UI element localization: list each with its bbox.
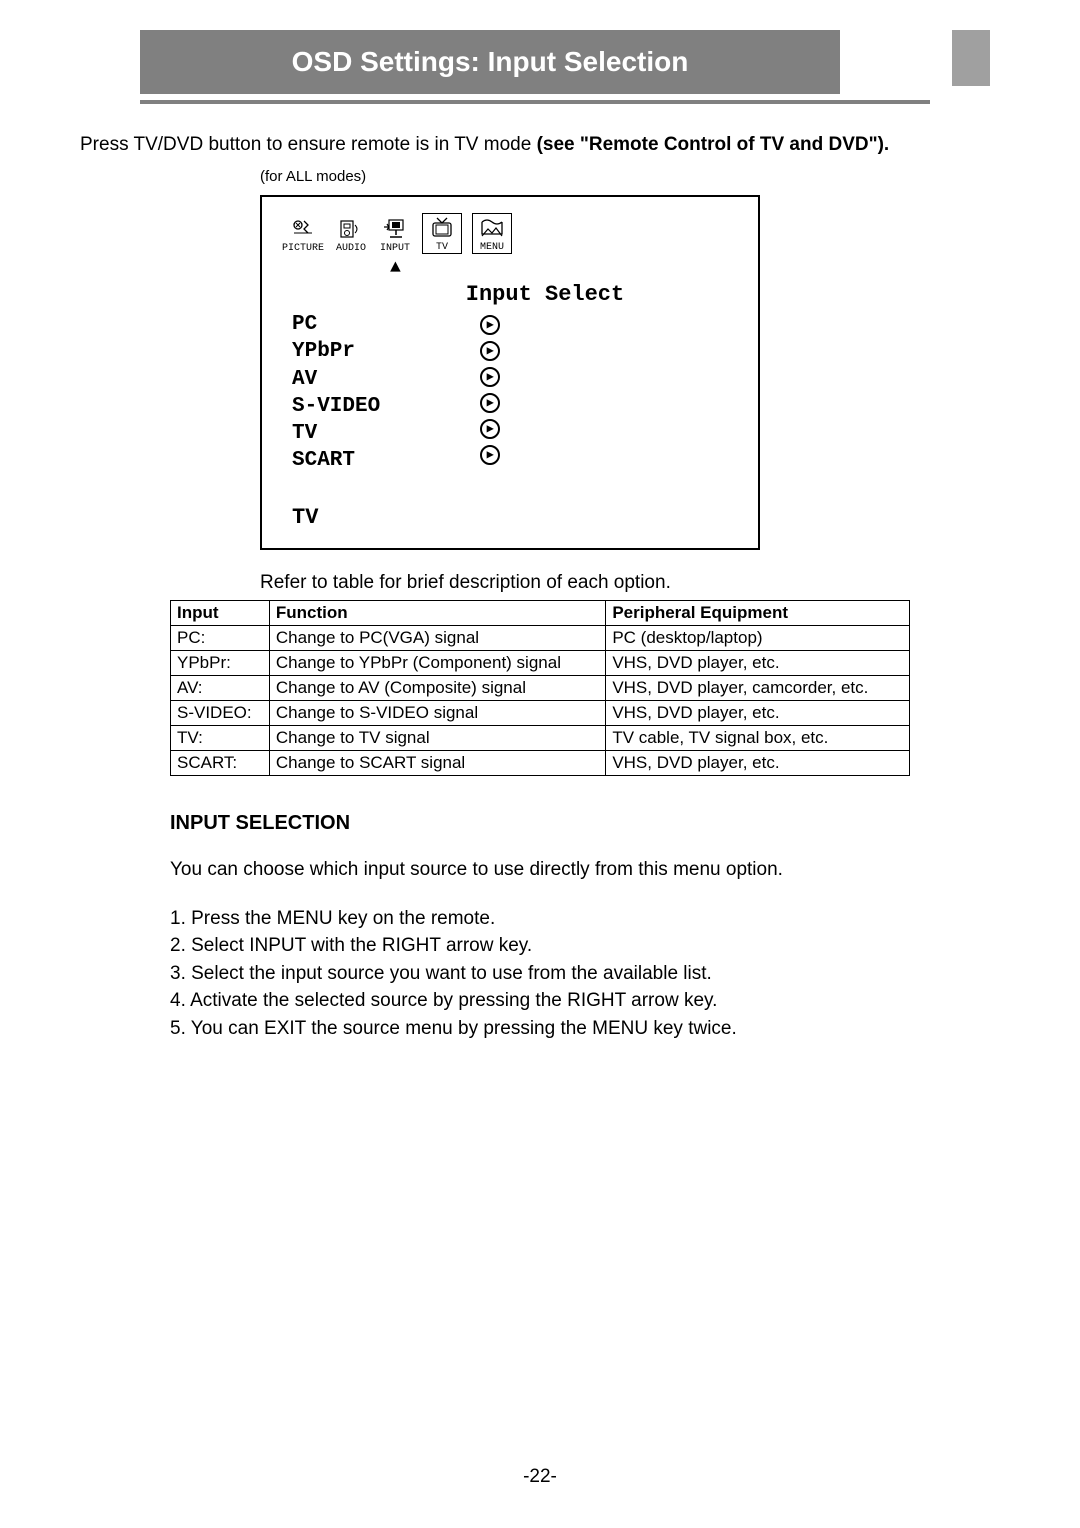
cell-function: Change to S-VIDEO signal (269, 700, 605, 725)
play-arrow-icon: ▶ (480, 363, 500, 389)
play-arrow-icon: ▶ (480, 389, 500, 415)
table-header: Function (269, 600, 605, 625)
cell-input: S-VIDEO: (171, 700, 270, 725)
intro-text: Press TV/DVD button to ensure remote is … (80, 134, 990, 156)
osd-input-names: PC YPbPr AV S-VIDEO TV SCART (292, 311, 380, 475)
cell-function: Change to AV (Composite) signal (269, 675, 605, 700)
osd-item: PC (292, 311, 380, 338)
side-tab (952, 30, 990, 86)
menu-icon (475, 214, 509, 242)
table-row: TV: Change to TV signal TV cable, TV sig… (171, 725, 910, 750)
cell-equipment: VHS, DVD player, etc. (606, 700, 910, 725)
table-header-row: Input Function Peripheral Equipment (171, 600, 910, 625)
osd-title: Input Select (362, 282, 728, 307)
cell-input: AV: (171, 675, 270, 700)
input-icon (378, 215, 412, 243)
table-header: Peripheral Equipment (606, 600, 910, 625)
osd-item: YPbPr (292, 338, 380, 365)
cell-input: PC: (171, 625, 270, 650)
section-heading: INPUT SELECTION (170, 812, 990, 835)
cell-input: SCART: (171, 750, 270, 775)
cell-input: TV: (171, 725, 270, 750)
cell-equipment: VHS, DVD player, etc. (606, 650, 910, 675)
step-item: 4. Activate the selected source by press… (170, 987, 990, 1015)
play-arrow-icon: ▶ (480, 441, 500, 467)
osd-tab-label: MENU (480, 242, 504, 253)
cell-equipment: VHS, DVD player, etc. (606, 750, 910, 775)
osd-item: SCART (292, 447, 380, 474)
intro-prefix: Press TV/DVD button to ensure remote is … (80, 134, 537, 155)
modes-note: (for ALL modes) (260, 168, 990, 185)
osd-tab-picture: PICTURE (282, 215, 324, 254)
play-arrow-icon: ▶ (480, 311, 500, 337)
osd-tab-label: AUDIO (336, 243, 366, 254)
table-row: S-VIDEO: Change to S-VIDEO signal VHS, D… (171, 700, 910, 725)
osd-item: TV (292, 420, 380, 447)
osd-input-list: PC YPbPr AV S-VIDEO TV SCART ▶ ▶ ▶ ▶ ▶ ▶ (292, 311, 728, 475)
table-row: YPbPr: Change to YPbPr (Component) signa… (171, 650, 910, 675)
cell-function: Change to SCART signal (269, 750, 605, 775)
cell-function: Change to TV signal (269, 725, 605, 750)
step-item: 2. Select INPUT with the RIGHT arrow key… (170, 932, 990, 960)
osd-input-arrows: ▶ ▶ ▶ ▶ ▶ ▶ (480, 311, 500, 475)
osd-tab-label: PICTURE (282, 243, 324, 254)
cell-equipment: VHS, DVD player, camcorder, etc. (606, 675, 910, 700)
osd-tab-menu: MENU (472, 213, 512, 254)
osd-tab-audio: AUDIO (334, 215, 368, 254)
osd-screenshot: PICTURE AUDIO INPUT TV MENU ▲ (260, 195, 760, 550)
table-header: Input (171, 600, 270, 625)
section-steps: 1. Press the MENU key on the remote. 2. … (170, 905, 990, 1043)
osd-tabs-row: PICTURE AUDIO INPUT TV MENU (282, 213, 738, 254)
step-item: 3. Select the input source you want to u… (170, 960, 990, 988)
audio-icon (334, 215, 368, 243)
cell-function: Change to PC(VGA) signal (269, 625, 605, 650)
page-title-banner: OSD Settings: Input Selection (140, 30, 840, 94)
osd-body: Input Select PC YPbPr AV S-VIDEO TV SCAR… (282, 278, 738, 505)
page-title: OSD Settings: Input Selection (292, 46, 689, 77)
step-item: 5. You can EXIT the source menu by press… (170, 1015, 990, 1043)
osd-tab-input: INPUT (378, 215, 412, 254)
table-row: SCART: Change to SCART signal VHS, DVD p… (171, 750, 910, 775)
header-underline (140, 100, 930, 104)
table-row: PC: Change to PC(VGA) signal PC (desktop… (171, 625, 910, 650)
intro-bold: (see "Remote Control of TV and DVD"). (537, 134, 890, 155)
tv-icon (425, 214, 459, 242)
arrow-up-icon: ▲ (390, 258, 738, 278)
osd-footer: TV (282, 505, 738, 530)
section-body: You can choose which input source to use… (170, 859, 990, 881)
input-table: Input Function Peripheral Equipment PC: … (170, 600, 910, 776)
cell-function: Change to YPbPr (Component) signal (269, 650, 605, 675)
osd-tab-tv: TV (422, 213, 462, 254)
table-caption: Refer to table for brief description of … (260, 572, 990, 594)
play-arrow-icon: ▶ (480, 337, 500, 363)
osd-tab-label: TV (436, 242, 448, 253)
osd-tab-label: INPUT (380, 243, 410, 254)
play-arrow-icon: ▶ (480, 415, 500, 441)
osd-item: AV (292, 366, 380, 393)
osd-item: S-VIDEO (292, 393, 380, 420)
picture-icon (286, 215, 320, 243)
table-row: AV: Change to AV (Composite) signal VHS,… (171, 675, 910, 700)
cell-equipment: PC (desktop/laptop) (606, 625, 910, 650)
page-number: -22- (0, 1466, 1080, 1488)
cell-equipment: TV cable, TV signal box, etc. (606, 725, 910, 750)
step-item: 1. Press the MENU key on the remote. (170, 905, 990, 933)
cell-input: YPbPr: (171, 650, 270, 675)
